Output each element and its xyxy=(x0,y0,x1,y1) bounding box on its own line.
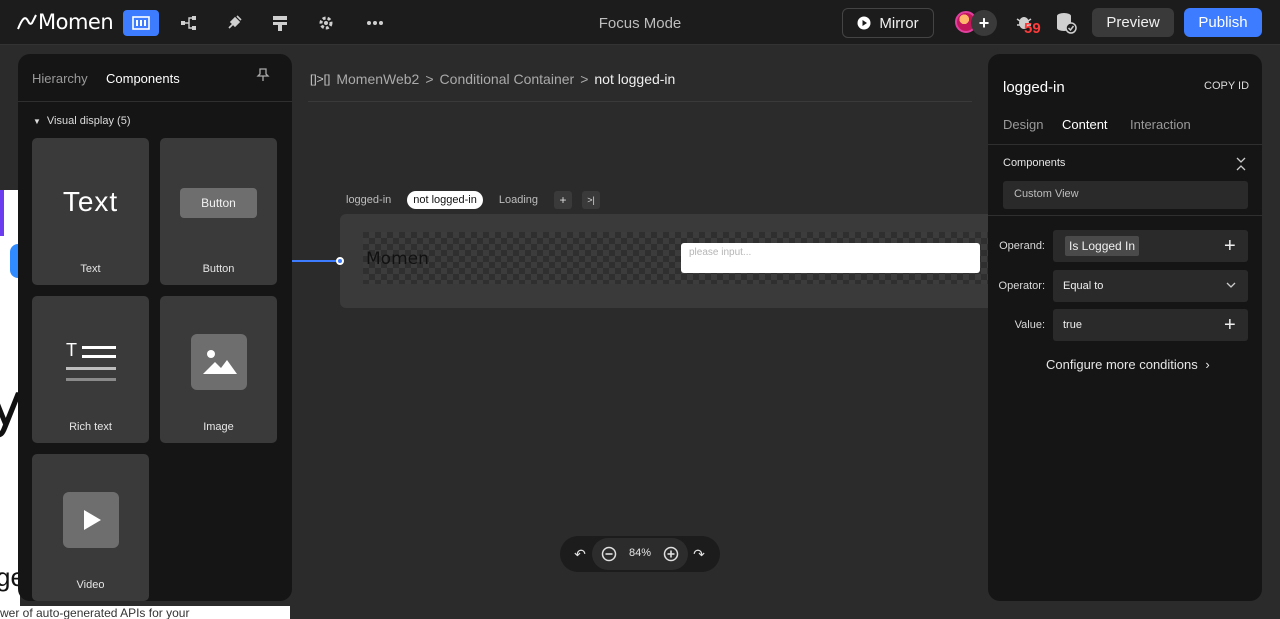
value-label: Value: xyxy=(1014,319,1045,331)
tab-hierarchy[interactable]: Hierarchy xyxy=(32,71,88,86)
top-bar: Momen Focus Mode Mirror + 59 Preview Pub… xyxy=(0,0,1280,45)
chevron-right-icon: › xyxy=(1205,357,1210,372)
zoom-in-icon[interactable] xyxy=(662,545,680,563)
purple-accent xyxy=(0,190,4,236)
page-body-text-fragment: wer of auto-generated APIs for your xyxy=(0,606,290,619)
publish-button[interactable]: Publish xyxy=(1184,8,1262,37)
component-video[interactable]: Video xyxy=(32,454,149,601)
image-icon xyxy=(191,334,247,390)
breadcrumb-current: not logged-in xyxy=(594,71,676,87)
data-model-icon[interactable] xyxy=(268,11,292,35)
component-rich-text[interactable]: T Rich text xyxy=(32,296,149,443)
component-label: Button xyxy=(202,263,235,275)
operator-value: Equal to xyxy=(1063,280,1104,292)
state-tab-not-logged-in[interactable]: not logged-in xyxy=(407,191,483,209)
pages-view-icon[interactable] xyxy=(123,10,159,36)
bug-count-badge: 59 xyxy=(1024,20,1041,37)
more-conditions-label: Configure more conditions xyxy=(1046,357,1198,372)
brand-name: Momen xyxy=(38,10,114,34)
properties-panel: logged-in COPY ID Design Content Interac… xyxy=(988,54,1262,601)
tab-interaction[interactable]: Interaction xyxy=(1130,117,1191,132)
operand-label: Operand: xyxy=(999,240,1045,252)
component-label: Rich text xyxy=(69,421,112,433)
operand-field[interactable]: Is Logged In + xyxy=(1053,230,1248,262)
tab-components[interactable]: Components xyxy=(106,71,180,86)
svg-text:T: T xyxy=(66,342,77,360)
tab-design[interactable]: Design xyxy=(1003,117,1043,132)
database-check-icon[interactable] xyxy=(1055,12,1077,34)
operator-select[interactable]: Equal to xyxy=(1053,270,1248,302)
collapse-icon[interactable] xyxy=(1235,157,1247,171)
breadcrumb-item[interactable]: Conditional Container xyxy=(440,71,575,87)
more-options-icon[interactable] xyxy=(363,11,387,35)
divider xyxy=(988,144,1262,145)
focus-mode-toggle[interactable]: Focus Mode xyxy=(560,15,720,32)
text-preview: Text xyxy=(62,186,119,217)
underlying-page-preview: y ge xyxy=(0,190,25,619)
zoom-out-icon[interactable] xyxy=(600,545,618,563)
operator-label: Operator: xyxy=(998,280,1045,292)
breadcrumb-item[interactable]: MomenWeb2 xyxy=(336,71,419,87)
plugin-icon[interactable] xyxy=(222,11,246,35)
breadcrumb-separator: > xyxy=(425,71,434,87)
add-state-icon[interactable]: + xyxy=(554,191,573,209)
tab-content[interactable]: Content xyxy=(1062,117,1108,132)
zoom-level: 84% xyxy=(628,547,652,559)
add-icon[interactable]: + xyxy=(1224,235,1236,258)
container-icon: []>[] xyxy=(310,72,331,86)
mirror-button[interactable]: Mirror xyxy=(842,8,934,38)
value-field[interactable]: true + xyxy=(1053,309,1248,341)
momen-logo-mark-icon xyxy=(17,14,37,30)
state-tab-logged-in[interactable]: logged-in xyxy=(340,191,397,209)
breadcrumb-separator: > xyxy=(580,71,589,87)
breadcrumb: []>[] MomenWeb2 > Conditional Container … xyxy=(310,71,675,87)
breadcrumb-divider xyxy=(308,101,972,102)
connector-handle[interactable] xyxy=(336,257,344,265)
component-image[interactable]: Image xyxy=(160,296,277,443)
components-panel: Hierarchy Components ▼ Visual display (5)… xyxy=(18,54,292,601)
caret-down-icon: ▼ xyxy=(33,117,41,126)
value-text: true xyxy=(1063,319,1082,331)
section-visual-display[interactable]: ▼ Visual display (5) xyxy=(33,115,130,127)
component-button[interactable]: Button Button xyxy=(160,138,277,285)
hierarchy-tree-icon[interactable] xyxy=(177,11,201,35)
selected-component-title: logged-in xyxy=(1003,79,1065,96)
section-title: Visual display (5) xyxy=(46,115,131,127)
undo-icon[interactable]: ↶ xyxy=(571,545,589,563)
rich-text-icon: T xyxy=(66,342,116,381)
button-preview: Button xyxy=(180,188,257,218)
pin-icon[interactable] xyxy=(256,68,270,82)
zoom-toolbar: ↶ 84% ↷ xyxy=(560,536,720,572)
play-circle-icon xyxy=(857,16,871,30)
operand-chip: Is Logged In xyxy=(1065,236,1140,256)
selection-connector xyxy=(292,260,340,262)
components-select[interactable]: Custom View xyxy=(1003,181,1248,209)
momen-logo[interactable]: Momen xyxy=(16,9,114,35)
preview-button[interactable]: Preview xyxy=(1092,8,1174,37)
component-label: Text xyxy=(80,263,101,275)
add-icon[interactable]: + xyxy=(1224,314,1236,337)
video-play-icon xyxy=(63,492,119,548)
condition-state-tabs: logged-in not logged-in Loading + >| xyxy=(340,190,601,210)
divider xyxy=(988,215,1262,216)
momen-logo-preview: Momen xyxy=(366,249,429,269)
add-collaborator-button[interactable]: + xyxy=(971,10,997,36)
configure-more-conditions-link[interactable]: Configure more conditions › xyxy=(1046,357,1210,372)
settings-gear-icon[interactable] xyxy=(314,11,338,35)
preview-input-field[interactable]: please input... xyxy=(681,243,980,273)
components-label: Components xyxy=(1003,157,1066,169)
component-label: Image xyxy=(203,421,234,433)
left-panel-tabs: Hierarchy Components xyxy=(18,54,292,102)
chevron-down-icon xyxy=(1226,282,1236,288)
mirror-label: Mirror xyxy=(879,14,919,32)
component-label: Video xyxy=(76,579,105,591)
component-text[interactable]: Text Text xyxy=(32,138,149,285)
redo-icon[interactable]: ↷ xyxy=(690,545,708,563)
copy-id-button[interactable]: COPY ID xyxy=(1204,80,1249,92)
state-tab-loading[interactable]: Loading xyxy=(493,191,544,209)
skip-next-icon[interactable]: >| xyxy=(582,191,601,209)
